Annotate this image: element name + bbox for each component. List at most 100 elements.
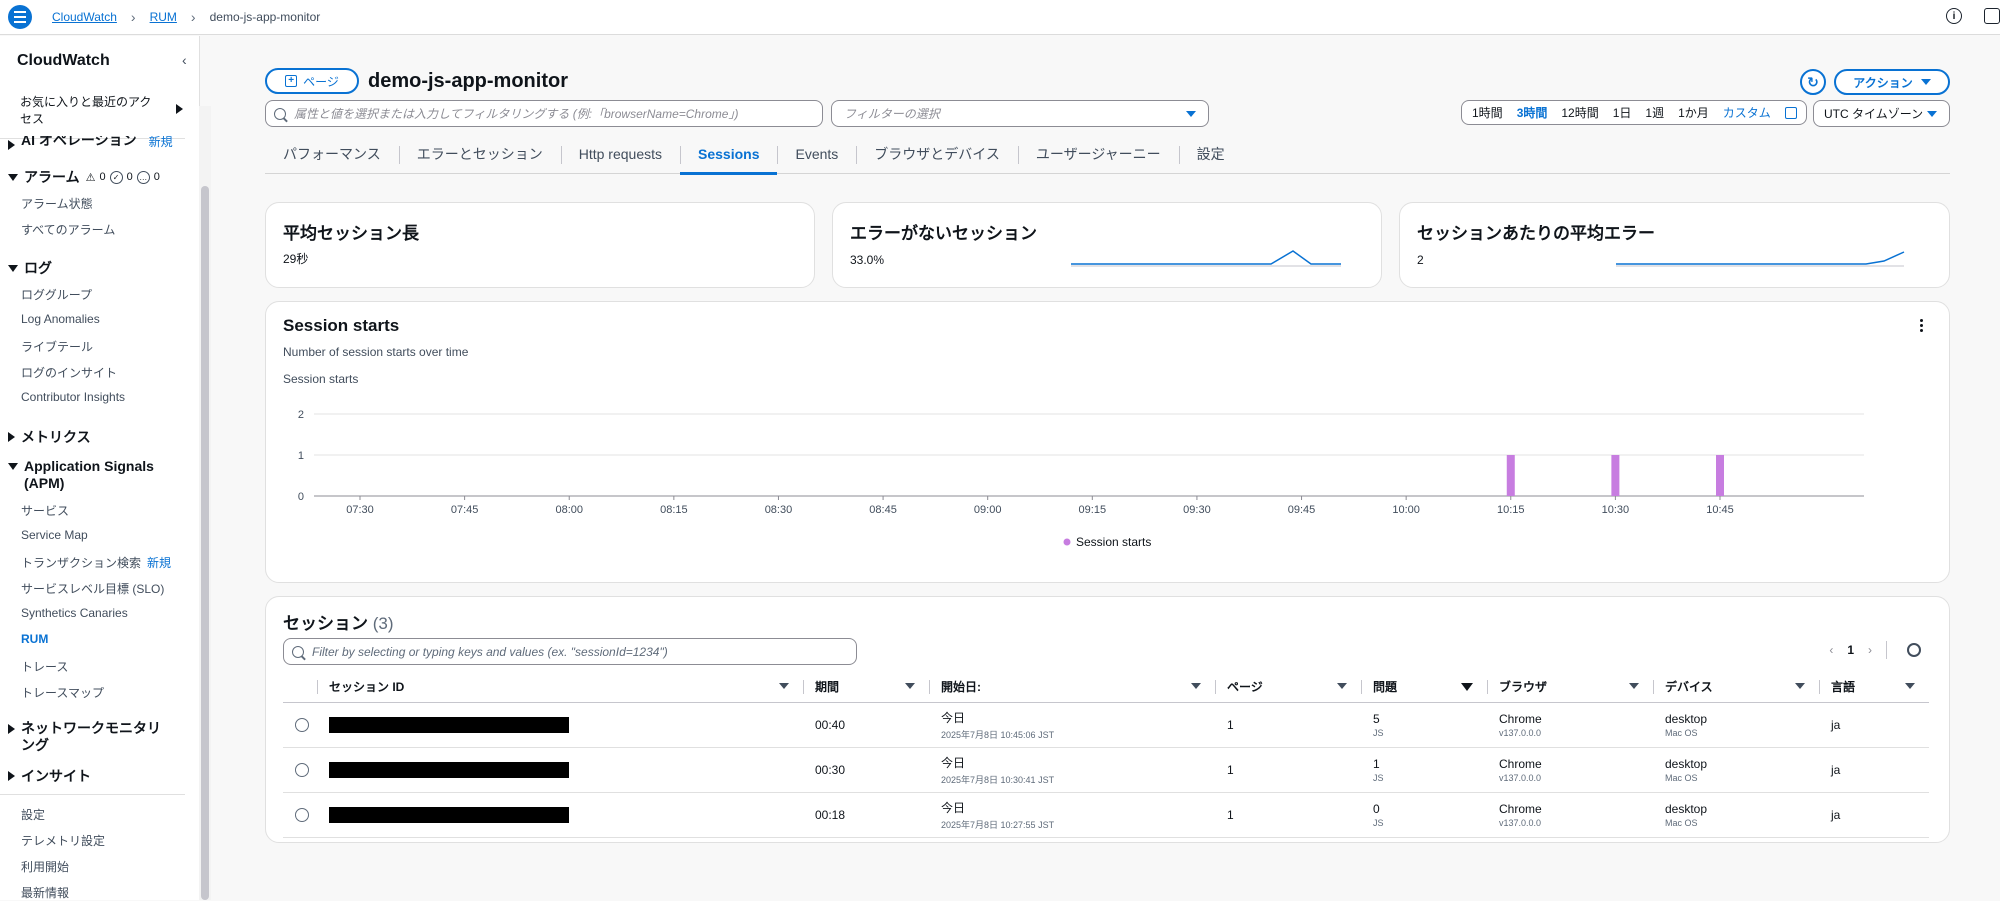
- column-browser[interactable]: ブラウザ: [1487, 672, 1653, 703]
- table-row[interactable]: 00:18 今日 2025年7月8日 10:27:55 JST 1 0 JS Chr…: [283, 792, 1929, 838]
- time-option-1mo[interactable]: 1か月: [1678, 104, 1709, 121]
- sessions-filter-input[interactable]: Filter by selecting or typing keys and v…: [283, 638, 857, 665]
- tab-user-journey[interactable]: ユーザージャーニー: [1017, 134, 1179, 174]
- redacted-session-id[interactable]: [329, 806, 569, 823]
- actions-button[interactable]: アクション: [1834, 69, 1950, 95]
- sidebar-group-ai[interactable]: AI オペレーション 新規: [8, 136, 173, 150]
- breadcrumb-cloudwatch[interactable]: CloudWatch: [52, 10, 117, 24]
- refresh-button[interactable]: ↻: [1800, 69, 1826, 95]
- time-option-1w[interactable]: 1週: [1645, 104, 1664, 121]
- card-value: 2: [1417, 253, 1424, 267]
- sidebar-item-log-anomalies[interactable]: Log Anomalies: [21, 312, 100, 326]
- chevron-right-icon: ›: [130, 9, 136, 25]
- next-page-icon[interactable]: ›: [1868, 643, 1872, 657]
- card-title: 平均セッション長: [283, 224, 419, 243]
- page-button[interactable]: + ページ: [265, 68, 359, 94]
- time-option-12h[interactable]: 12時間: [1561, 104, 1598, 121]
- tab-sessions[interactable]: Sessions: [680, 134, 778, 175]
- cell-start-date: 今日 2025年7月8日 10:30:41 JST: [929, 747, 1215, 793]
- sidebar-item-synthetics[interactable]: Synthetics Canaries: [21, 606, 128, 620]
- filter-select[interactable]: フィルターの選択: [831, 100, 1209, 127]
- sidebar-item-all-alarms[interactable]: すべてのアラーム: [21, 221, 115, 238]
- sidebar-title: CloudWatch: [17, 52, 110, 69]
- sidebar-item-service-map[interactable]: Service Map: [21, 528, 88, 542]
- tab-settings[interactable]: 設定: [1178, 134, 1243, 174]
- column-language[interactable]: 言語: [1819, 672, 1929, 703]
- tab-events[interactable]: Events: [777, 134, 856, 174]
- column-session-id[interactable]: セッション ID: [317, 672, 803, 703]
- sidebar-item-slo[interactable]: サービスレベル目標 (SLO): [21, 580, 164, 597]
- sidebar-favorites[interactable]: お気に入りと最近のアクセス: [20, 94, 160, 128]
- page-number[interactable]: 1: [1847, 643, 1854, 657]
- settings-icon[interactable]: [1984, 8, 2000, 24]
- table-row[interactable]: 00:40 今日 2025年7月8日 10:45:06 JST 1 5 JS Chr…: [283, 702, 1929, 748]
- time-range-selector: 1時間 3時間 12時間 1日 1週 1か月 カスタム: [1461, 100, 1807, 125]
- sidebar-item-transaction-search[interactable]: トランザクション検索 新規: [21, 554, 171, 571]
- tab-browsers-devices[interactable]: ブラウザとデバイス: [856, 134, 1018, 174]
- bar-session-starts: [1506, 455, 1515, 496]
- tab-performance[interactable]: パフォーマンス: [265, 134, 399, 174]
- sidebar-item-live-tail[interactable]: ライブテール: [21, 338, 93, 355]
- sidebar-item-telemetry[interactable]: テレメトリ設定: [21, 832, 105, 849]
- breadcrumb-current: demo-js-app-monitor: [209, 10, 321, 24]
- more-options-icon[interactable]: [1920, 319, 1923, 332]
- x-tick-label: 07:45: [451, 504, 479, 516]
- sidebar-item-settings[interactable]: 設定: [21, 806, 45, 823]
- info-icon[interactable]: i: [1946, 8, 1962, 24]
- tab-http-requests[interactable]: Http requests: [560, 134, 680, 174]
- sidebar-group-metrics[interactable]: メトリクス: [8, 427, 91, 447]
- time-option-1d[interactable]: 1日: [1613, 104, 1632, 121]
- gear-icon[interactable]: [1907, 643, 1921, 657]
- time-option-1h[interactable]: 1時間: [1472, 104, 1503, 121]
- sort-icon: [905, 683, 915, 689]
- table-row[interactable]: 00:30 今日 2025年7月8日 10:30:41 JST 1 1 JS Chr…: [283, 747, 1929, 793]
- collapse-icon[interactable]: ‹: [182, 52, 187, 68]
- x-tick-label: 09:15: [1079, 504, 1107, 516]
- column-start-date[interactable]: 開始日:: [929, 672, 1215, 703]
- redacted-session-id[interactable]: [329, 761, 569, 778]
- column-issues[interactable]: 問題: [1361, 672, 1487, 703]
- tab-errors-sessions[interactable]: エラーとセッション: [398, 134, 561, 174]
- sidebar-item-alarm-state[interactable]: アラーム状態: [21, 195, 93, 212]
- time-option-3h[interactable]: 3時間: [1517, 104, 1548, 121]
- sidebar-item-contributor-insights[interactable]: Contributor Insights: [21, 390, 125, 404]
- calendar-icon[interactable]: [1784, 106, 1797, 119]
- sidebar-item-logs-insights[interactable]: ログのインサイト: [21, 364, 117, 381]
- sidebar-item-whats-new[interactable]: 最新情報: [21, 884, 69, 901]
- cell-device: desktop Mac OS: [1653, 747, 1819, 793]
- sidebar-item-getting-started[interactable]: 利用開始: [21, 858, 69, 875]
- row-select-radio[interactable]: [295, 717, 309, 732]
- timezone-select[interactable]: UTC タイムゾーン: [1813, 100, 1950, 127]
- x-tick-label: 10:45: [1706, 504, 1734, 516]
- sidebar-item-log-groups[interactable]: ロググループ: [21, 286, 92, 303]
- prev-page-icon[interactable]: ‹: [1829, 643, 1833, 657]
- sidebar-item-rum[interactable]: RUM: [21, 632, 48, 646]
- sidebar-group-network[interactable]: ネットワークモニタリング: [8, 720, 171, 754]
- time-option-custom[interactable]: カスタム: [1723, 104, 1771, 121]
- breadcrumb-rum[interactable]: RUM: [150, 10, 177, 24]
- sidebar-group-insights[interactable]: インサイト: [8, 766, 91, 786]
- sparkline-avg-errors: [1616, 251, 1905, 267]
- scrollbar-thumb[interactable]: [201, 186, 209, 900]
- y-tick-label: 1: [298, 450, 304, 462]
- refresh-icon: ↻: [1807, 73, 1819, 90]
- sidebar-group-app-signals[interactable]: Application Signals (APM): [8, 458, 164, 492]
- cell-duration: 00:40: [803, 702, 929, 748]
- caret-right-icon: [8, 140, 15, 150]
- x-tick-label: 10:00: [1392, 504, 1420, 516]
- column-device[interactable]: デバイス: [1653, 672, 1819, 703]
- sidebar-item-traces[interactable]: トレース: [21, 658, 68, 675]
- row-select-radio[interactable]: [295, 762, 309, 777]
- redacted-session-id[interactable]: [329, 716, 569, 733]
- menu-icon[interactable]: [8, 5, 32, 29]
- caret-right-icon: [8, 771, 15, 781]
- search-input[interactable]: 属性と値を選択または入力してフィルタリングする (例:「browserName=…: [265, 100, 823, 127]
- sidebar-group-alarms[interactable]: アラーム ⚠ 0 ✓ 0 … 0: [8, 167, 160, 187]
- sidebar-group-logs[interactable]: ログ: [8, 258, 52, 278]
- sidebar-item-services[interactable]: サービス: [21, 502, 69, 519]
- row-select-radio[interactable]: [295, 807, 309, 822]
- column-duration[interactable]: 期間: [803, 672, 929, 703]
- sidebar-item-trace-map[interactable]: トレースマップ: [21, 684, 104, 701]
- column-pages[interactable]: ページ: [1215, 672, 1361, 703]
- x-tick-label: 10:15: [1497, 504, 1525, 516]
